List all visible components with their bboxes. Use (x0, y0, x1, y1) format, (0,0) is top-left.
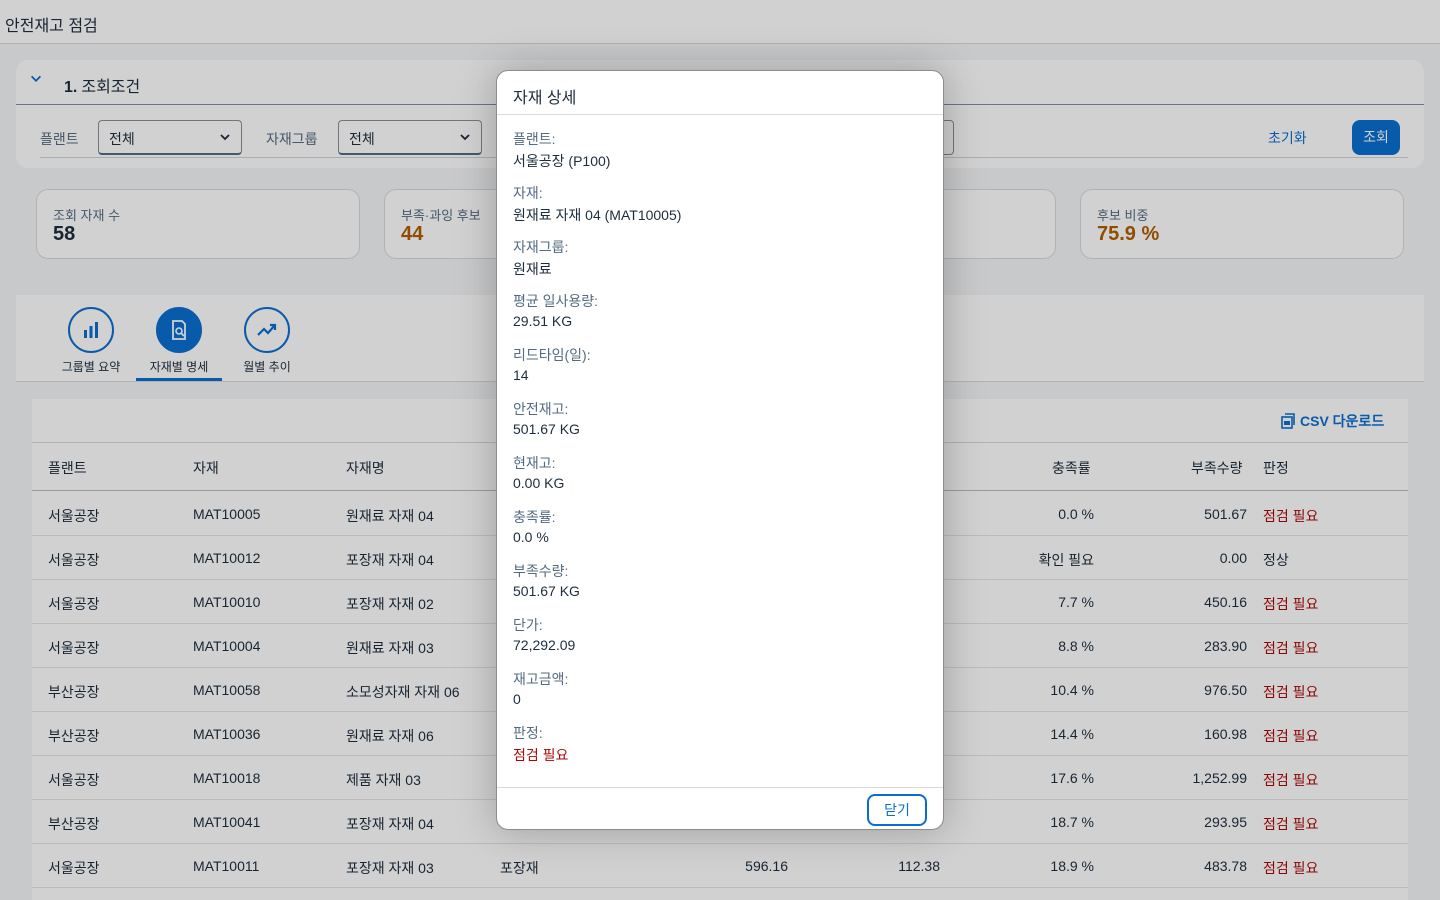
dialog-footer: 닫기 (497, 787, 943, 829)
field-label: 자재: (513, 185, 543, 201)
field-label: 재고금액: (513, 671, 569, 687)
detail-field: 단가: 72,292.09 (513, 615, 933, 669)
field-label: 판정: (513, 725, 543, 741)
close-button[interactable]: 닫기 (867, 794, 927, 826)
field-label: 단가: (513, 617, 543, 633)
detail-field: 재고금액: 0 (513, 669, 933, 723)
field-value: 0.0 % (513, 529, 549, 545)
material-detail-dialog: 자재 상세 플랜트: 서울공장 (P100) 자재: 원재료 자재 04 (MAT10… (496, 70, 944, 830)
field-value: 원재료 (513, 261, 552, 277)
field-label: 리드타임(일): (513, 347, 591, 363)
field-value: 14 (513, 367, 529, 383)
detail-field: 자재: 원재료 자재 04 (MAT10005) (513, 183, 933, 237)
detail-field: 평균 일사용량: 29.51 KG (513, 291, 933, 345)
detail-field: 자재그룹: 원재료 (513, 237, 933, 291)
detail-field: 현재고: 0.00 KG (513, 453, 933, 507)
field-value: 0.00 KG (513, 475, 565, 491)
dialog-body: 플랜트: 서울공장 (P100) 자재: 원재료 자재 04 (MAT10005) 자재… (513, 129, 933, 777)
field-label: 안전재고: (513, 401, 569, 417)
field-value: 72,292.09 (513, 637, 576, 653)
dialog-header: 자재 상세 (497, 71, 943, 115)
field-label: 부족수량: (513, 563, 569, 579)
field-value: 서울공장 (P100) (513, 153, 611, 169)
dialog-title: 자재 상세 (513, 90, 577, 107)
detail-field: 충족률: 0.0 % (513, 507, 933, 561)
field-label: 플랜트: (513, 131, 556, 147)
detail-field: 부족수량: 501.67 KG (513, 561, 933, 615)
field-value: 원재료 자재 04 (MAT10005) (513, 207, 682, 223)
field-value: 0 (513, 691, 521, 707)
field-label: 평균 일사용량: (513, 293, 599, 309)
field-value: 점검 필요 (513, 747, 569, 763)
detail-field: 플랜트: 서울공장 (P100) (513, 129, 933, 183)
field-label: 충족률: (513, 509, 556, 525)
field-value: 501.67 KG (513, 583, 580, 599)
field-value: 501.67 KG (513, 421, 580, 437)
detail-field: 안전재고: 501.67 KG (513, 399, 933, 453)
field-label: 현재고: (513, 455, 556, 471)
detail-field: 리드타임(일): 14 (513, 345, 933, 399)
field-value: 29.51 KG (513, 313, 573, 329)
field-label: 자재그룹: (513, 239, 569, 255)
detail-field: 판정: 점검 필요 (513, 723, 933, 777)
